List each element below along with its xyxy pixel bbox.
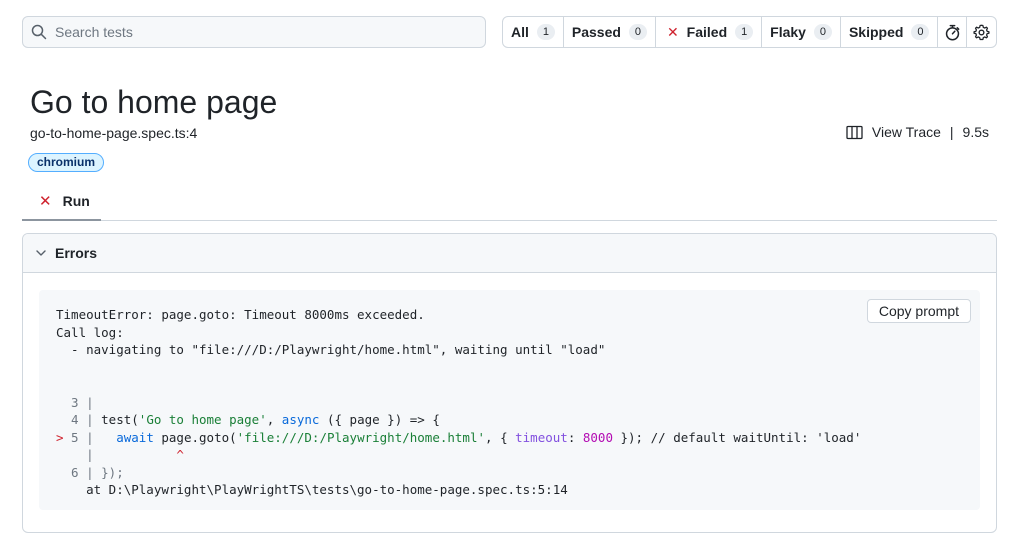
filter-all-count: 1 (536, 24, 555, 40)
test-duration: 9.5s (962, 124, 989, 140)
code-line-3: 3 | (56, 394, 94, 410)
gear-icon (973, 24, 990, 40)
filter-skipped[interactable]: Skipped 0 (841, 17, 939, 47)
test-location: go-to-home-page.spec.ts:4 (30, 125, 198, 141)
result-tabs: ✕ Run (22, 182, 997, 221)
filter-failed-count: 1 (735, 24, 754, 40)
errors-panel: Errors Copy prompt TimeoutError: page.go… (22, 233, 997, 533)
filter-failed-label: Failed (686, 24, 728, 40)
filter-skipped-count: 0 (911, 24, 930, 40)
call-log-header: Call log: (56, 324, 124, 340)
filter-all-label: All (511, 24, 529, 40)
filter-flaky-count: 0 (813, 24, 832, 40)
settings-button[interactable] (967, 17, 996, 47)
error-caret: ^ (176, 447, 184, 462)
filter-failed[interactable]: ✕ Failed 1 (656, 17, 763, 47)
filter-all[interactable]: All 1 (503, 17, 564, 47)
filter-skipped-label: Skipped (848, 24, 904, 40)
speedboard-button[interactable] (938, 17, 968, 47)
code-line-5-await: await (116, 429, 154, 445)
code-line-4-comma: , (266, 412, 282, 427)
view-trace-link[interactable]: View Trace (872, 124, 941, 140)
call-log-item: - navigating to "file:///D:/Playwright/h… (56, 342, 606, 357)
filter-passed[interactable]: Passed 0 (564, 17, 656, 47)
errors-header[interactable]: Errors (23, 234, 996, 273)
trace-area: View Trace | 9.5s (846, 124, 989, 140)
separator: | (949, 124, 954, 140)
search-box[interactable] (22, 16, 486, 48)
code-line-5-prefix: 5 | (63, 429, 117, 445)
search-input[interactable] (55, 24, 475, 40)
code-line-4-string: 'Go to home page' (138, 412, 267, 427)
code-line-5-sep: , { (485, 429, 516, 445)
close-icon: ✕ (666, 23, 679, 40)
code-line-4-prefix: 4 | (56, 412, 102, 427)
tab-run-label: Run (62, 192, 90, 209)
chevron-down-icon (36, 250, 46, 256)
error-box: Copy prompt TimeoutError: page.goto: Tim… (39, 290, 980, 510)
search-icon (31, 24, 47, 40)
filter-passed-label: Passed (571, 24, 621, 40)
tab-run[interactable]: ✕ Run (22, 182, 101, 221)
errors-title: Errors (55, 245, 98, 261)
status-filter-bar: All 1 Passed 0 ✕ Failed 1 Flaky 0 Skippe… (502, 16, 997, 48)
error-line-marker: > (56, 429, 64, 445)
trace-icon (846, 125, 863, 139)
code-line-5-string: 'file:///D:/Playwright/home.html' (236, 429, 486, 445)
stopwatch-icon (945, 24, 960, 40)
code-line-5-call: page.goto( (153, 429, 237, 445)
filter-flaky[interactable]: Flaky 0 (762, 17, 841, 47)
code-line-4-test: test( (101, 412, 139, 427)
project-badge[interactable]: chromium (28, 153, 105, 172)
code-line-5-key: timeout (515, 429, 568, 445)
error-message: TimeoutError: page.goto: Timeout 8000ms … (56, 306, 861, 499)
code-line-5-comment: // default waitUntil: 'load' (650, 429, 862, 445)
page-title: Go to home page (30, 84, 278, 120)
code-line-5-colon: : (567, 429, 583, 445)
close-icon: ✕ (39, 192, 52, 210)
error-text: TimeoutError: page.goto: Timeout 8000ms … (56, 307, 425, 322)
code-line-6: 6 | }); (56, 464, 124, 480)
filter-flaky-label: Flaky (770, 24, 806, 40)
code-line-4-async: async (281, 412, 320, 427)
copy-prompt-button[interactable]: Copy prompt (866, 299, 971, 323)
stack-trace: at D:\Playwright\PlayWrightTS\tests\go-t… (56, 482, 568, 497)
filter-passed-count: 0 (628, 24, 647, 40)
caret-line-prefix: | (56, 447, 177, 462)
code-line-4-rest: ({ page }) => { (319, 412, 440, 427)
code-line-5-num: 8000 (582, 429, 613, 445)
code-line-5-close: }); (612, 429, 651, 445)
